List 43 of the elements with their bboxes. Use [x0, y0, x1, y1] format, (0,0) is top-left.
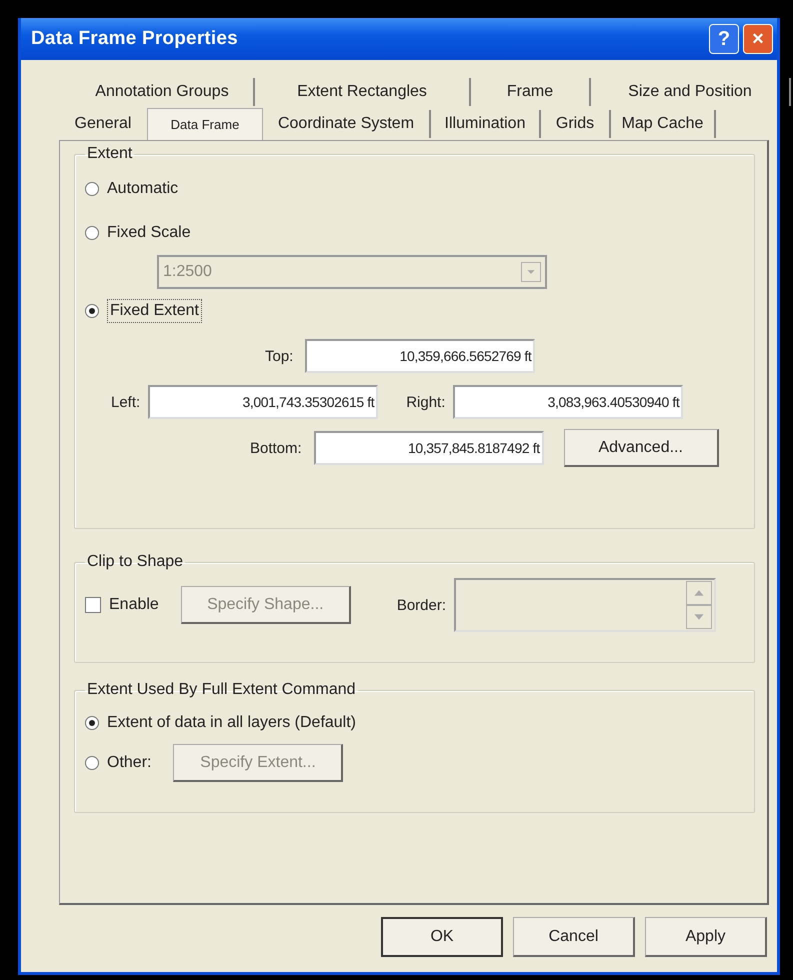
group-title: Extent Used By Full Extent Command	[86, 681, 357, 699]
input-field[interactable]: 10,357,845.8187492 ft	[314, 431, 544, 465]
close-button[interactable]: ×	[743, 24, 773, 54]
field-label: Left:	[111, 394, 140, 410]
radio-button[interactable]	[85, 304, 99, 318]
scale-value: 1:2500	[163, 263, 212, 281]
tab[interactable]: Illumination	[431, 110, 541, 138]
field-label: Border:	[396, 596, 446, 614]
tab[interactable]: Coordinate System	[263, 110, 431, 138]
radio-button[interactable]	[85, 756, 99, 770]
tab[interactable]: Size and Position	[591, 78, 791, 106]
group-title: Extent	[86, 145, 134, 163]
tab[interactable]: Extent Rectangles	[255, 78, 471, 106]
dialog-button[interactable]: OK	[381, 917, 503, 957]
radio-label[interactable]: Fixed Scale	[107, 224, 191, 242]
field-label: Top:	[265, 348, 294, 364]
checkbox-label[interactable]: Enable	[109, 596, 159, 614]
radio-label[interactable]: Automatic	[107, 180, 178, 198]
dialog-button[interactable]: Cancel	[513, 917, 635, 957]
field-label: Bottom:	[250, 440, 302, 456]
tab[interactable]: Frame	[471, 78, 591, 106]
checkbox[interactable]	[85, 597, 101, 613]
group-title: Clip to Shape	[86, 553, 184, 571]
tab[interactable]: Data Frame	[147, 108, 263, 140]
radio-label[interactable]: Other:	[107, 754, 152, 772]
radio-button[interactable]	[85, 716, 99, 730]
field-label: Right:	[406, 394, 446, 410]
input-field[interactable]: 3,083,963.40530940 ft	[453, 385, 684, 419]
input-field[interactable]: 10,359,666.5652769 ft	[305, 339, 536, 373]
radio-label[interactable]: Extent of data in all layers (Default)	[107, 714, 356, 732]
input-field[interactable]: 3,001,743.35302615 ft	[148, 385, 378, 419]
dialog-button[interactable]: Apply	[645, 917, 767, 957]
tab[interactable]: Annotation Groups	[71, 78, 255, 106]
spinner-arrows-icon	[686, 581, 712, 629]
window-title: Data Frame Properties	[31, 28, 239, 50]
tab[interactable]: Map Cache	[611, 110, 716, 138]
radio-button[interactable]	[85, 182, 99, 196]
tab[interactable]: General	[59, 110, 147, 138]
radio-button[interactable]	[85, 226, 99, 240]
advanced-button[interactable]: Advanced...	[564, 429, 719, 467]
help-button[interactable]: ?	[709, 24, 739, 54]
tab[interactable]: Grids	[541, 110, 611, 138]
radio-label[interactable]: Fixed Extent	[107, 299, 202, 323]
